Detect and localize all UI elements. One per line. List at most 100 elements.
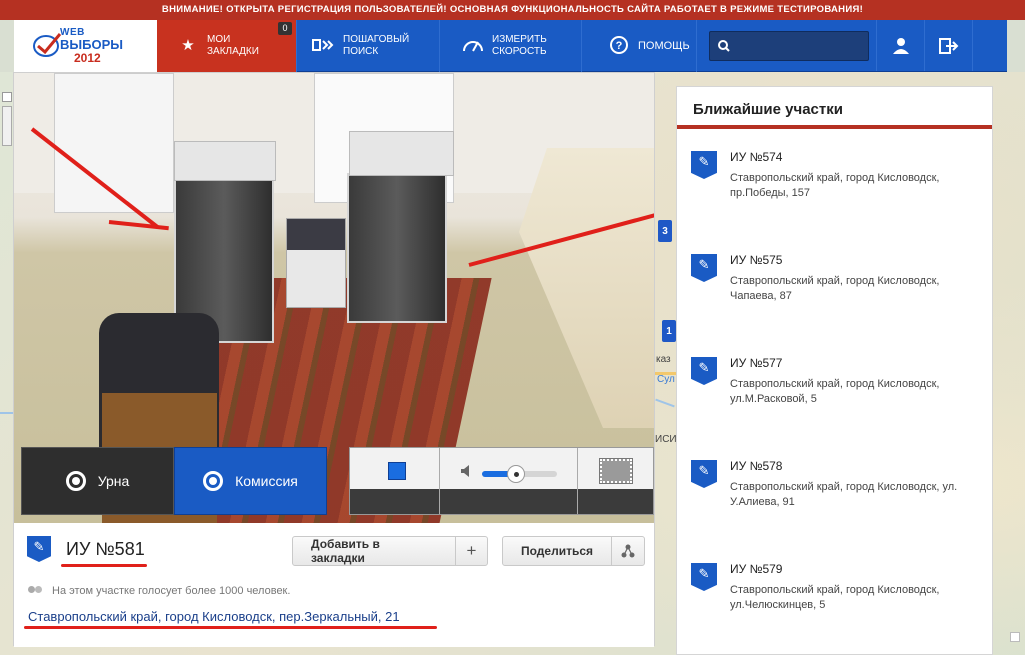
- map-label: ИСИ: [655, 434, 677, 445]
- share-icon: [611, 537, 643, 565]
- camera-tab-commission-label: Комиссия: [235, 473, 298, 489]
- video-ballot-box-top: [349, 131, 454, 176]
- nearby-stations-panel: Ближайшие участки ✎ ИУ №574 Ставропольск…: [676, 86, 993, 655]
- nav-bookmarks-line1: МОИ: [207, 34, 231, 45]
- camera-tab-urn[interactable]: Урна: [21, 447, 174, 515]
- search-input[interactable]: [736, 38, 856, 53]
- add-bookmark-button[interactable]: Добавить в закладки +: [292, 536, 488, 566]
- star-icon: ★: [181, 37, 195, 54]
- nearby-station-name[interactable]: ИУ №579: [730, 562, 782, 576]
- nav-bookmarks-line2: ЗАКЛАДКИ: [207, 46, 259, 57]
- player-controls: [349, 447, 654, 515]
- nav-measure-speed[interactable]: ИЗМЕРИТЬ СКОРОСТЬ: [440, 20, 582, 72]
- nearby-station-name[interactable]: ИУ №574: [730, 150, 782, 164]
- logo-vybory: ВЫБОРЫ: [60, 37, 123, 52]
- add-bookmark-label: Добавить в закладки: [311, 537, 380, 565]
- step-search-icon: [311, 38, 337, 54]
- nearby-station-item[interactable]: ✎ ИУ №579 Ставропольский край, город Кис…: [677, 549, 994, 652]
- speaker-icon[interactable]: [460, 464, 474, 481]
- nearby-station-name[interactable]: ИУ №578: [730, 459, 782, 473]
- logo-year: 2012: [74, 51, 101, 65]
- svg-text:?: ?: [616, 40, 623, 52]
- annotation-underline: [61, 564, 147, 567]
- ballot-icon: ✎: [691, 563, 717, 591]
- search-box[interactable]: [709, 30, 869, 61]
- map-zoom-in[interactable]: [2, 92, 12, 102]
- volume-control: [440, 448, 578, 514]
- speedometer-icon: [460, 37, 486, 55]
- nav-step-line1: ПОШАГОВЫЙ: [343, 34, 410, 45]
- ballot-icon: ✎: [27, 536, 51, 562]
- nav-help[interactable]: ? ПОМОЩЬ: [582, 20, 697, 72]
- nav-my-bookmarks[interactable]: ★ МОИ ЗАКЛАДКИ 0: [157, 20, 297, 72]
- map-label: каз: [656, 354, 671, 365]
- video-controls-bar: Урна Комиссия: [21, 447, 654, 519]
- bookmarks-count-badge: 0: [278, 22, 292, 35]
- annotation-underline: [24, 626, 437, 629]
- scroll-down-button[interactable]: [1010, 632, 1020, 642]
- ballot-icon: ✎: [691, 151, 717, 179]
- nearby-station-item[interactable]: ✎ ИУ №577 Ставропольский край, город Кис…: [677, 343, 994, 446]
- map-label: Сул: [657, 374, 675, 385]
- nearby-station-name[interactable]: ИУ №575: [730, 253, 782, 267]
- annotation-arrow: [108, 220, 169, 231]
- station-info: ✎ ИУ №581 Добавить в закладки + Поделить…: [14, 523, 654, 647]
- video-printer: [286, 218, 346, 308]
- video-table: [519, 148, 654, 428]
- map-river: [0, 412, 14, 414]
- volume-slider[interactable]: [482, 465, 557, 483]
- ballot-icon: ✎: [691, 460, 717, 488]
- nearby-station-name[interactable]: ИУ №577: [730, 356, 782, 370]
- nav-speed-line1: ИЗМЕРИТЬ: [492, 34, 547, 45]
- logo-check-icon: [33, 33, 62, 57]
- nav-speed-line2: СКОРОСТЬ: [492, 46, 547, 57]
- site-logo[interactable]: WEB ВЫБОРЫ 2012: [14, 20, 157, 72]
- nearby-station-address: Ставропольский край, город Кисловодск, Ч…: [730, 275, 940, 302]
- camera-tab-urn-label: Урна: [97, 473, 130, 489]
- nav-step-line2: ПОИСК: [343, 46, 379, 57]
- share-label: Поделиться: [521, 544, 594, 558]
- logout-button[interactable]: [925, 20, 973, 71]
- nearby-station-item[interactable]: ✎ ИУ №575 Ставропольский край, город Кис…: [677, 240, 994, 343]
- map-zoom-slider[interactable]: [2, 106, 12, 146]
- nav-step-search[interactable]: ПОШАГОВЫЙ ПОИСК: [297, 20, 440, 72]
- user-button[interactable]: [877, 20, 925, 71]
- quality-icon: [388, 462, 406, 480]
- nearby-stations-title: Ближайшие участки: [677, 87, 992, 129]
- nav-search: [697, 20, 877, 71]
- help-icon: ?: [606, 36, 632, 56]
- volume-handle[interactable]: [506, 465, 525, 483]
- voters-info: На этом участке голосует более 1000 чело…: [28, 585, 290, 597]
- ballot-icon: ✎: [691, 254, 717, 282]
- page-scrollbar[interactable]: [1010, 72, 1022, 655]
- camera-tab-commission[interactable]: Комиссия: [174, 447, 327, 515]
- main-nav: WEB ВЫБОРЫ 2012 ★ МОИ ЗАКЛАДКИ 0 ПОШАГОВЫ…: [14, 20, 1007, 72]
- video-ballot-box: [347, 173, 447, 323]
- nearby-station-item[interactable]: ✎ ИУ №574 Ставропольский край, город Кис…: [677, 137, 994, 240]
- nearby-station-address: Ставропольский край, город Кисловодск, у…: [730, 481, 958, 508]
- voters-text: На этом участке голосует более 1000 чело…: [52, 585, 291, 597]
- nearby-station-address: Ставропольский край, город Кисловодск, у…: [730, 584, 940, 611]
- share-button[interactable]: Поделиться: [502, 536, 645, 566]
- camera-icon: [203, 471, 224, 491]
- registration-notice: ВНИМАНИЕ! ОТКРЫТА РЕГИСТРАЦИЯ ПОЛЬЗОВАТЕ…: [0, 0, 1025, 20]
- map-river: [655, 398, 675, 408]
- map-marker[interactable]: 1: [662, 320, 676, 342]
- station-title: ИУ №581: [66, 539, 145, 559]
- station-panel: Урна Комиссия ✎ ИУ №581 Добавить в закла…: [13, 72, 655, 647]
- nearby-station-address: Ставропольский край, город Кисловодск, п…: [730, 172, 940, 199]
- fullscreen-button[interactable]: [578, 448, 653, 514]
- station-address: Ставропольский край, город Кисловодск, п…: [28, 609, 400, 624]
- nav-help-label: ПОМОЩЬ: [638, 40, 690, 52]
- nearby-station-item[interactable]: ✎ ИУ №578 Ставропольский край, город Кис…: [677, 446, 994, 549]
- nearby-station-address: Ставропольский край, город Кисловодск, у…: [730, 378, 940, 405]
- quality-button[interactable]: [350, 448, 440, 514]
- ballot-icon: ✎: [691, 357, 717, 385]
- video-ballot-box-top: [174, 141, 276, 181]
- user-icon: [892, 37, 909, 54]
- search-icon: [718, 39, 730, 52]
- fullscreen-icon: [599, 458, 633, 484]
- people-icon: [28, 585, 44, 597]
- plus-icon: +: [455, 537, 487, 565]
- map-marker[interactable]: 3: [658, 220, 672, 242]
